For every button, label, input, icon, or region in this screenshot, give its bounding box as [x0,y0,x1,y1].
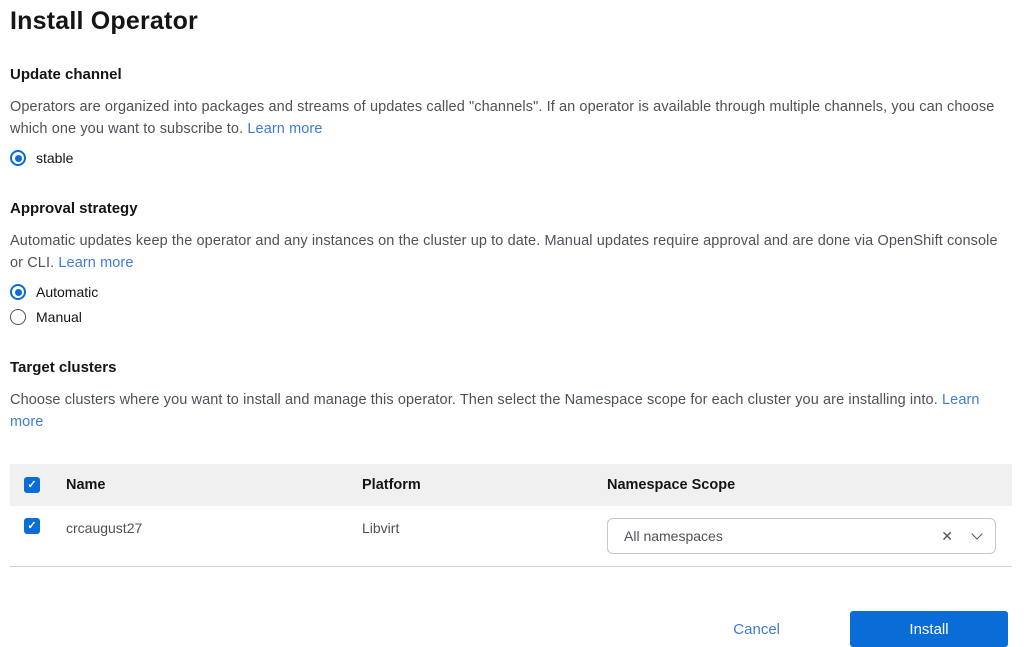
update-channel-radio-group: stable [10,150,1012,166]
cell-cluster-name: crcaugust27 [66,520,143,536]
cancel-button[interactable]: Cancel [733,621,780,638]
radio-option-manual-label: Manual [36,309,82,325]
clear-selection-icon[interactable]: ✕ [941,529,953,543]
checkmark-icon: ✓ [27,479,37,491]
approval-strategy-description-text: Automatic updates keep the operator and … [10,233,998,271]
table-header-row: ✓ Name Platform Namespace Scope [10,464,1012,506]
radio-selected-icon [10,284,26,300]
radio-option-automatic[interactable]: Automatic [10,284,98,300]
target-clusters-description: Choose clusters where you want to instal… [10,389,1012,433]
update-channel-heading: Update channel [10,66,122,83]
install-button[interactable]: Install [850,611,1008,647]
footer-actions: Cancel Install [10,611,1012,647]
column-header-platform: Platform [362,477,421,493]
radio-option-automatic-label: Automatic [36,284,99,300]
update-channel-learn-more-link[interactable]: Learn more [247,121,322,137]
select-all-checkbox[interactable]: ✓ [24,477,40,493]
target-clusters-description-text: Choose clusters where you want to instal… [10,392,938,408]
target-clusters-heading: Target clusters [10,359,117,376]
radio-option-stable[interactable]: stable [10,150,73,166]
section-approval-strategy: Approval strategy Automatic updates keep… [10,200,1012,325]
target-clusters-table: ✓ Name Platform Namespace Scope ✓ crcaug… [10,464,1012,567]
section-target-clusters: Target clusters Choose clusters where yo… [10,359,1012,567]
cell-platform: Libvirt [362,520,400,536]
radio-selected-icon [10,150,26,166]
approval-strategy-description: Automatic updates keep the operator and … [10,230,1012,274]
approval-strategy-learn-more-link[interactable]: Learn more [58,255,133,271]
namespace-scope-select[interactable]: All namespaces ✕ [607,518,996,554]
page-title: Install Operator [10,7,198,35]
radio-option-stable-label: stable [36,150,74,166]
approval-strategy-radio-group: Automatic Manual [10,284,1012,325]
table-header-select-cell: ✓ [10,477,66,493]
install-operator-page: Install Operator Update channel Operator… [0,0,1024,647]
radio-option-manual[interactable]: Manual [10,309,82,325]
row-checkbox[interactable]: ✓ [24,518,40,534]
select-actions: ✕ [941,528,983,543]
row-select-cell: ✓ [10,518,66,534]
approval-strategy-heading: Approval strategy [10,200,138,217]
table-row: ✓ crcaugust27 Libvirt All namespaces ✕ [10,506,1012,567]
cell-namespace-scope: All namespaces ✕ [607,518,1012,554]
section-update-channel: Update channel Operators are organized i… [10,66,1012,166]
namespace-scope-selected-value: All namespaces [624,528,723,544]
checkmark-icon: ✓ [27,520,37,532]
radio-unselected-icon [10,309,26,325]
column-header-name: Name [66,477,106,493]
column-header-namespace-scope: Namespace Scope [607,477,736,493]
update-channel-description: Operators are organized into packages an… [10,96,1012,140]
chevron-down-icon[interactable] [971,528,983,540]
update-channel-description-text: Operators are organized into packages an… [10,99,995,137]
